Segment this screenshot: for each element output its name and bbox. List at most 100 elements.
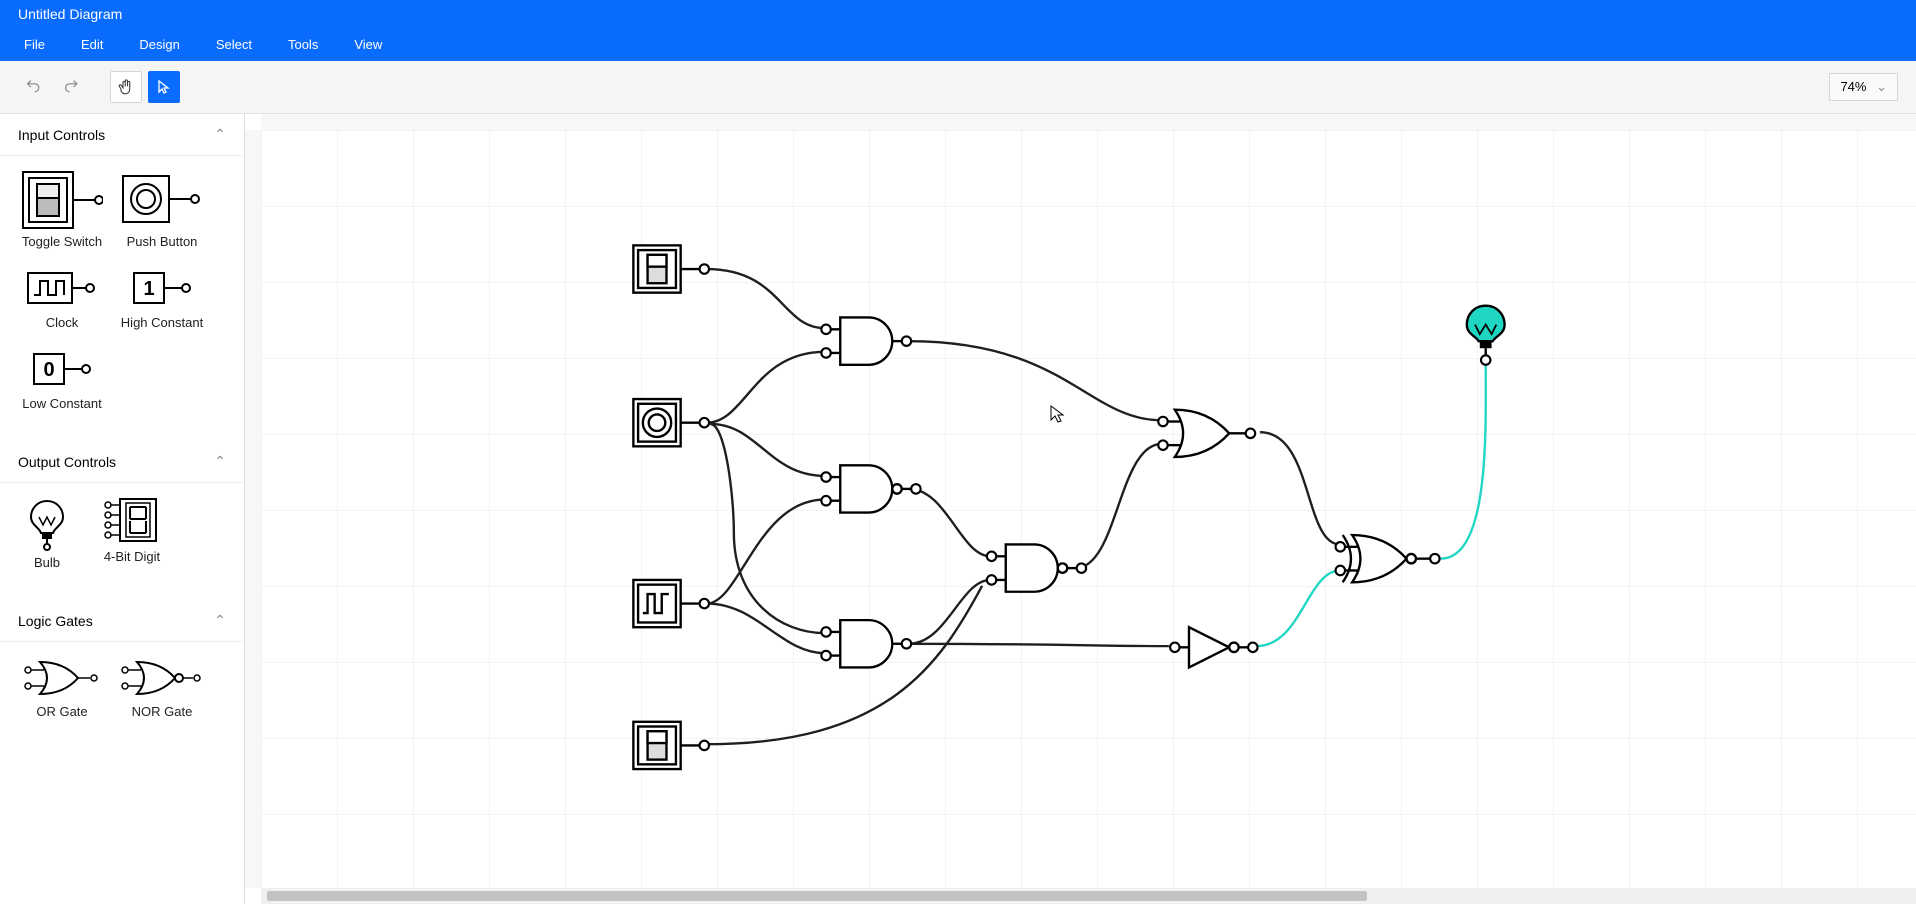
node-bulb[interactable] [1467, 306, 1505, 356]
port[interactable] [902, 639, 911, 648]
port[interactable] [821, 627, 830, 636]
wire[interactable] [1256, 570, 1340, 646]
palette-clock[interactable]: Clock [12, 265, 112, 330]
chevron-up-icon: ⌃ [214, 612, 226, 629]
undo-button[interactable] [18, 71, 50, 103]
menu-tools[interactable]: Tools [270, 28, 336, 61]
palette-label: Push Button [127, 234, 198, 249]
chevron-up-icon: ⌃ [214, 453, 226, 470]
node-push[interactable] [633, 399, 699, 446]
chevron-up-icon: ⌃ [214, 126, 226, 143]
palette-label: Low Constant [22, 396, 102, 411]
palette-low-constant[interactable]: 0 Low Constant [12, 346, 112, 411]
port[interactable] [1336, 542, 1345, 551]
port[interactable] [1248, 643, 1257, 652]
port[interactable] [821, 325, 830, 334]
svg-text:0: 0 [43, 359, 54, 381]
node-clock[interactable] [633, 580, 699, 627]
wire[interactable] [909, 341, 1162, 420]
wire[interactable] [1260, 432, 1340, 544]
node-or[interactable] [1168, 410, 1246, 457]
node-xor[interactable] [1343, 535, 1430, 582]
diagram-svg[interactable] [261, 130, 1916, 888]
node-toggle[interactable] [633, 245, 699, 292]
wire[interactable] [707, 352, 825, 423]
wire[interactable] [707, 500, 825, 604]
diagram-canvas[interactable] [261, 130, 1916, 888]
menu-select[interactable]: Select [198, 28, 270, 61]
zoom-value: 74% [1840, 79, 1866, 94]
port[interactable] [1158, 440, 1167, 449]
horizontal-scrollbar[interactable] [261, 888, 1916, 904]
palette-label: 4-Bit Digit [104, 549, 160, 564]
section-title: Logic Gates [18, 613, 93, 629]
palette-label: High Constant [121, 315, 203, 330]
port[interactable] [987, 575, 996, 584]
menu-view[interactable]: View [336, 28, 400, 61]
port[interactable] [902, 336, 911, 345]
palette-label: NOR Gate [132, 704, 193, 719]
component-sidebar[interactable]: Input Controls ⌃ Toggle Switch Push Butt… [0, 114, 245, 904]
toolbar: 74% ⌄ [0, 61, 1916, 114]
redo-icon [64, 79, 80, 95]
wire[interactable] [707, 269, 825, 328]
section-header-output-controls[interactable]: Output Controls ⌃ [0, 441, 244, 483]
menu-file[interactable]: File [6, 28, 63, 61]
port[interactable] [700, 418, 709, 427]
port[interactable] [911, 484, 920, 493]
section-header-input-controls[interactable]: Input Controls ⌃ [0, 114, 244, 156]
port[interactable] [700, 741, 709, 750]
zoom-dropdown[interactable]: 74% ⌄ [1829, 73, 1898, 101]
port[interactable] [1336, 566, 1345, 575]
palette-label: Toggle Switch [22, 234, 102, 249]
canvas-area[interactable] [245, 114, 1916, 904]
palette-high-constant[interactable]: 1 High Constant [112, 265, 212, 330]
palette-label: Bulb [34, 555, 60, 570]
port[interactable] [1158, 417, 1167, 426]
palette-toggle-switch[interactable]: Toggle Switch [12, 170, 112, 249]
select-tool-button[interactable] [148, 71, 180, 103]
port[interactable] [821, 472, 830, 481]
node-nand[interactable] [996, 544, 1076, 591]
port[interactable] [821, 348, 830, 357]
document-title: Untitled Diagram [0, 0, 1916, 28]
node-nand[interactable] [831, 465, 911, 512]
port[interactable] [1077, 563, 1086, 572]
node-toggle[interactable] [633, 722, 699, 769]
ruler-vertical [245, 130, 262, 888]
wire[interactable] [909, 580, 991, 644]
redo-button[interactable] [56, 71, 88, 103]
ruler-horizontal [261, 114, 1916, 131]
palette-or-gate[interactable]: OR Gate [12, 656, 112, 719]
palette-4bit-digit[interactable]: 4-Bit Digit [82, 497, 182, 570]
section-title: Output Controls [18, 454, 116, 470]
port[interactable] [1246, 429, 1255, 438]
menu-edit[interactable]: Edit [63, 28, 121, 61]
menu-design[interactable]: Design [121, 28, 197, 61]
wire[interactable] [710, 424, 825, 633]
section-header-logic-gates[interactable]: Logic Gates ⌃ [0, 600, 244, 642]
port[interactable] [1481, 355, 1490, 364]
port[interactable] [821, 496, 830, 505]
palette-push-button[interactable]: Push Button [112, 170, 212, 249]
pan-tool-button[interactable] [110, 71, 142, 103]
wire[interactable] [909, 644, 1169, 646]
hand-icon [117, 78, 135, 96]
port[interactable] [1170, 643, 1179, 652]
port[interactable] [700, 264, 709, 273]
port[interactable] [987, 552, 996, 561]
wire[interactable] [1075, 444, 1161, 568]
cursor-icon [156, 79, 172, 95]
palette-label: Clock [46, 315, 79, 330]
palette-nor-gate[interactable]: NOR Gate [112, 656, 212, 719]
port[interactable] [700, 599, 709, 608]
node-buffer[interactable] [1180, 627, 1249, 667]
node-and[interactable] [831, 620, 902, 667]
wire[interactable] [1441, 360, 1486, 559]
menu-bar: File Edit Design Select Tools View [0, 28, 1916, 61]
port[interactable] [1430, 554, 1439, 563]
node-and[interactable] [831, 317, 902, 364]
port[interactable] [821, 651, 830, 660]
palette-bulb[interactable]: Bulb [12, 497, 82, 570]
wire[interactable] [909, 489, 991, 556]
